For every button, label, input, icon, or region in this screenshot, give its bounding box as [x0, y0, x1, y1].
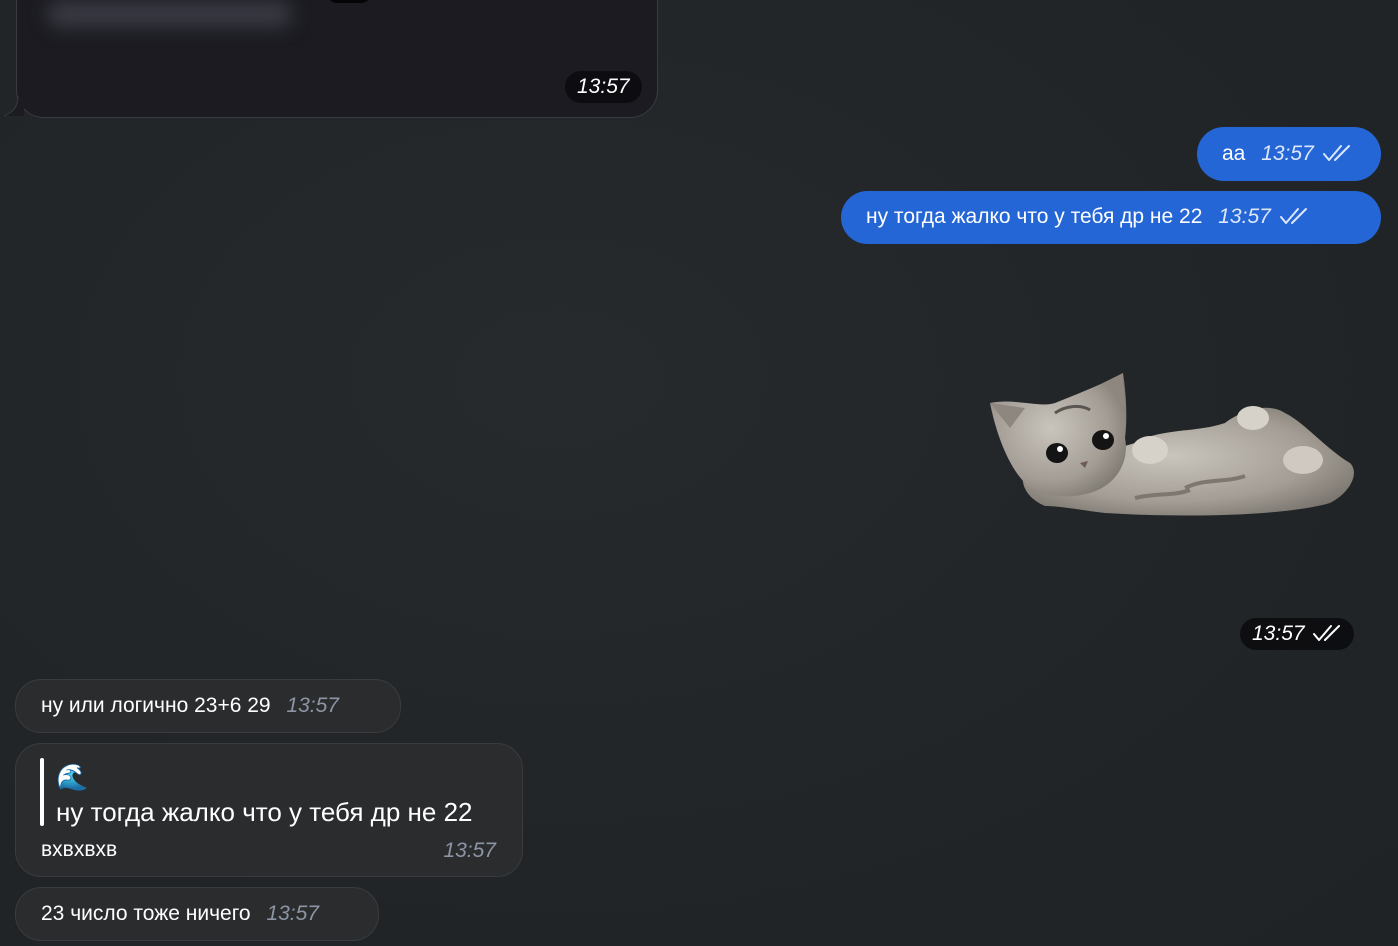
- media-shape: [327, 0, 371, 3]
- message-time: 13:57: [443, 839, 496, 862]
- message-time: 13:57: [1218, 205, 1271, 228]
- double-check-icon: [1322, 145, 1350, 161]
- quote-text[interactable]: ну тогда жалко что у тебя др не 22: [56, 796, 473, 828]
- chat-area: 13:57 аа 13:57 ну тогда жалко что у тебя…: [0, 0, 1398, 946]
- message-text: вхвхвхв: [41, 838, 118, 861]
- quote-bar: [40, 758, 44, 826]
- message-text: ну или логично 23+6 29: [41, 694, 271, 717]
- double-check-icon: [1313, 625, 1341, 641]
- kitten-sticker-icon[interactable]: [985, 368, 1375, 523]
- message-text: аа: [1222, 142, 1246, 165]
- incoming-message[interactable]: 23 число тоже ничего 13:57: [15, 887, 379, 941]
- message-time: 13:57: [266, 902, 319, 925]
- incoming-message[interactable]: ну или логично 23+6 29 13:57: [15, 679, 401, 733]
- sticker-time: 13:57: [1240, 618, 1354, 650]
- outgoing-message[interactable]: ну тогда жалко что у тебя др не 22 13:57: [841, 191, 1381, 244]
- blurred-content: [47, 1, 292, 27]
- message-text: ну тогда жалко что у тебя др не 22: [866, 205, 1203, 228]
- outgoing-message[interactable]: аа 13:57: [1197, 127, 1381, 181]
- incoming-reply-message[interactable]: 🌊 ну тогда жалко что у тебя др не 22 вхв…: [15, 743, 523, 877]
- message-text: 23 число тоже ничего: [41, 902, 251, 925]
- bubble-tail-icon: [4, 96, 24, 117]
- media-time: 13:57: [565, 71, 642, 103]
- message-time: 13:57: [1261, 142, 1314, 165]
- message-time: 13:57: [1252, 622, 1305, 645]
- double-check-icon: [1279, 208, 1307, 224]
- message-time: 13:57: [286, 694, 339, 717]
- quote-emoji: 🌊: [56, 762, 89, 792]
- media-message[interactable]: 13:57: [16, 0, 658, 118]
